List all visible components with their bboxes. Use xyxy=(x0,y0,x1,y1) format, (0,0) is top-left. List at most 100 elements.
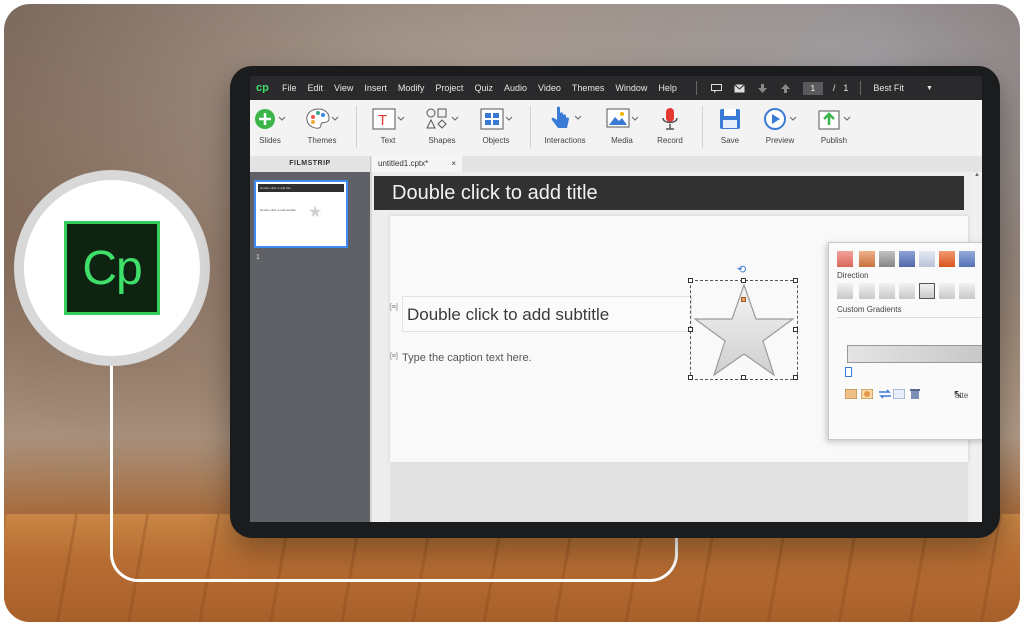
direction-option[interactable] xyxy=(899,283,915,299)
gradient-swatch[interactable] xyxy=(959,251,975,267)
scroll-up-icon[interactable]: ▲ xyxy=(974,172,980,178)
slide-title[interactable]: Double click to add title xyxy=(374,176,964,210)
page-current-input[interactable]: 1 xyxy=(802,81,823,95)
shapes-button[interactable]: Shapes xyxy=(414,104,470,145)
text-icon: T xyxy=(372,108,405,130)
resize-handle[interactable] xyxy=(741,375,746,380)
gradient-swatch[interactable] xyxy=(879,251,895,267)
direction-label: Direction xyxy=(837,271,869,280)
themes-label: Themes xyxy=(307,136,337,145)
menu-project[interactable]: Project xyxy=(435,83,463,93)
record-label: Record xyxy=(657,136,683,145)
gradient-swatch[interactable] xyxy=(899,251,915,267)
anchor-icon: [¤] xyxy=(390,304,398,311)
direction-option-selected[interactable] xyxy=(919,283,935,299)
play-icon xyxy=(764,108,797,130)
objects-button[interactable]: Objects xyxy=(468,104,524,145)
resize-handle[interactable] xyxy=(793,278,798,283)
menu-view[interactable]: View xyxy=(334,83,353,93)
svg-text:cp: cp xyxy=(256,82,269,93)
menu-help[interactable]: Help xyxy=(658,83,677,93)
gradient-linear-icon[interactable] xyxy=(845,389,857,399)
anchor-icon: [¤] xyxy=(390,353,398,360)
reverse-icon[interactable] xyxy=(879,389,891,399)
menu-file[interactable]: File xyxy=(282,83,297,93)
main-toolbar: Slides Themes T Text Shapes Objects Inte… xyxy=(250,100,982,157)
toolbar-separator xyxy=(356,106,357,148)
captivate-window: cp File Edit View Insert Modify Project … xyxy=(250,76,982,522)
gradient-stop-handle[interactable] xyxy=(845,367,852,377)
delete-icon[interactable] xyxy=(909,389,921,399)
star-icon xyxy=(693,283,795,377)
shapes-icon xyxy=(426,108,459,129)
slides-button[interactable]: Slides xyxy=(250,104,298,145)
menu-themes[interactable]: Themes xyxy=(572,83,605,93)
resize-handle[interactable] xyxy=(741,278,746,283)
interactions-button[interactable]: Interactions xyxy=(537,104,593,145)
resize-handle[interactable] xyxy=(688,327,693,332)
caption-text[interactable]: Type the caption text here. xyxy=(402,352,532,364)
direction-option[interactable] xyxy=(859,283,875,299)
menu-audio[interactable]: Audio xyxy=(504,83,527,93)
thumbnail-star-icon: ★ xyxy=(308,204,323,221)
save-button[interactable]: Save xyxy=(702,104,758,145)
document-tab[interactable]: untitled1.cptx* × xyxy=(372,156,462,172)
themes-button[interactable]: Themes xyxy=(294,104,350,145)
gradient-radial-icon[interactable] xyxy=(861,389,873,399)
resize-handle[interactable] xyxy=(688,375,693,380)
resize-handle[interactable] xyxy=(688,278,693,283)
arrow-down-icon[interactable] xyxy=(757,83,768,93)
direction-option[interactable] xyxy=(939,283,955,299)
captivate-logo: Cp xyxy=(64,221,160,315)
publish-icon xyxy=(818,110,851,130)
objects-label: Objects xyxy=(482,136,510,145)
menu-edit[interactable]: Edit xyxy=(308,83,324,93)
palette-icon xyxy=(306,108,339,129)
slide-subtitle[interactable]: Double click to add subtitle xyxy=(402,296,692,332)
gradient-swatch[interactable] xyxy=(919,251,935,267)
chevron-down-icon[interactable]: ▼ xyxy=(926,85,933,92)
menu-modify[interactable]: Modify xyxy=(398,83,425,93)
menu-insert[interactable]: Insert xyxy=(364,83,387,93)
close-icon[interactable]: × xyxy=(451,156,456,172)
filmstrip-header: FILMSTRIP xyxy=(250,156,371,172)
thumbnail-title: Double click to add title xyxy=(260,186,291,190)
menu-window[interactable]: Window xyxy=(615,83,647,93)
record-button[interactable]: Record xyxy=(642,104,698,145)
gradient-swatch[interactable] xyxy=(939,251,955,267)
microphone-icon xyxy=(662,108,678,130)
direction-option[interactable] xyxy=(879,283,895,299)
objects-icon xyxy=(480,108,513,130)
star-shape[interactable]: ⟲ xyxy=(688,264,798,380)
shape-adjust-handle[interactable] xyxy=(741,297,746,302)
gradient-swatch[interactable] xyxy=(859,251,875,267)
gradient-bar[interactable] xyxy=(847,345,982,363)
text-label: Text xyxy=(380,136,396,145)
svg-text:T: T xyxy=(378,112,387,129)
comment-icon[interactable] xyxy=(710,83,722,93)
rotate-icon[interactable]: ⟲ xyxy=(737,263,746,276)
app-logo-icon: cp xyxy=(256,81,272,95)
plus-circle-icon xyxy=(255,109,286,129)
image-fill-icon[interactable] xyxy=(893,389,905,399)
slide-thumbnail[interactable]: Double click to add title Double click t… xyxy=(254,180,348,248)
page-separator: / xyxy=(832,83,836,93)
direction-option[interactable] xyxy=(959,283,975,299)
gradient-swatch[interactable] xyxy=(837,251,853,267)
text-button[interactable]: T Text xyxy=(360,104,416,145)
preview-label: Preview xyxy=(765,136,795,145)
zoom-select[interactable]: Best Fit xyxy=(873,83,904,93)
slides-label: Slides xyxy=(259,136,281,145)
menu-separator xyxy=(860,81,862,95)
resize-handle[interactable] xyxy=(793,327,798,332)
direction-option[interactable] xyxy=(837,283,853,299)
mail-icon[interactable] xyxy=(734,83,745,93)
publish-button[interactable]: Publish xyxy=(806,104,862,145)
captivate-logo-text: Cp xyxy=(82,241,142,295)
menu-quiz[interactable]: Quiz xyxy=(474,83,493,93)
resize-handle[interactable] xyxy=(793,375,798,380)
preview-button[interactable]: Preview xyxy=(752,104,808,145)
arrow-up-icon[interactable] xyxy=(780,83,791,93)
menu-video[interactable]: Video xyxy=(538,83,561,93)
panel-divider xyxy=(837,317,982,318)
